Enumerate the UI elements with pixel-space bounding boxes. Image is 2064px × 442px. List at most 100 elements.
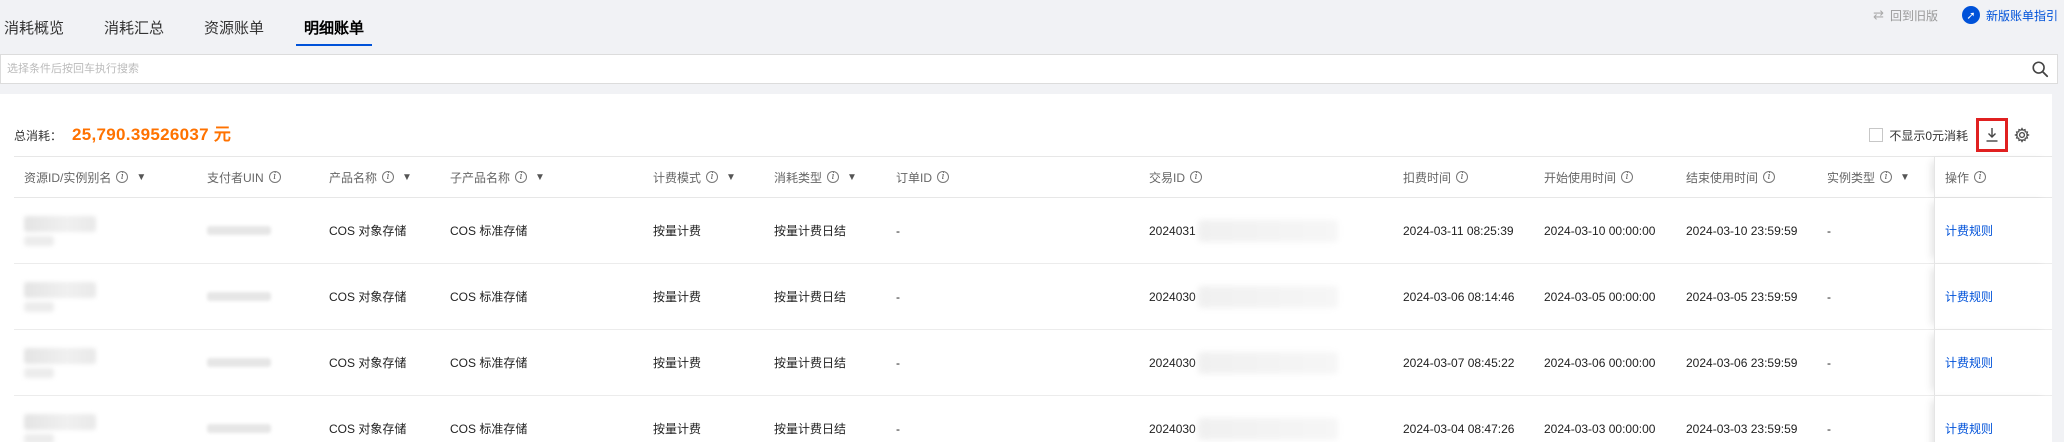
cell-product: COS 对象存储 <box>329 356 407 370</box>
cell-sub-product: COS 标准存储 <box>450 356 528 370</box>
checkbox-box[interactable] <box>1869 128 1884 142</box>
cell-resource-id <box>24 396 96 442</box>
cell-consume-type: 按量计费日结 <box>774 290 847 304</box>
table-header: 资源ID/实例别名 i ▼ 支付者UIN i 产品名称 i ▼ 子产品名称 i ▼ 计费模式 i… <box>14 156 2052 198</box>
tab-resource-bill[interactable]: 资源账单 <box>204 0 264 48</box>
cell-resource-id <box>24 198 96 263</box>
switch-icon: ⇄ <box>1873 7 1884 22</box>
hide-zero-label: 不显示0元消耗 <box>1889 128 1968 143</box>
filter-icon[interactable]: ▼ <box>535 172 545 183</box>
cell-billing-mode: 按量计费 <box>653 422 702 436</box>
download-button[interactable] <box>1976 118 2008 152</box>
col-billing-mode: 计费模式 i ▼ <box>653 170 736 185</box>
cell-trade-id: 2024030 <box>1149 396 1338 442</box>
col-resource-id: 资源ID/实例别名 i ▼ <box>24 170 147 185</box>
col-actions: 操作 i <box>1934 157 2052 197</box>
cell-instance-type: - <box>1827 355 1831 370</box>
filter-icon[interactable]: ▼ <box>726 172 736 183</box>
table-row: COS 对象存储 COS 标准存储 按量计费 按量计费日结 - 2024031 … <box>14 198 2052 264</box>
cell-order-id: - <box>896 421 900 436</box>
cell-deduct-time: 2024-03-11 08:25:39 <box>1403 223 1514 238</box>
cell-trade-id: 2024030 <box>1149 330 1338 395</box>
cell-end-time: 2024-03-06 23:59:59 <box>1686 355 1798 370</box>
info-icon[interactable]: i <box>1880 171 1893 183</box>
cell-start-time: 2024-03-06 00:00:00 <box>1544 355 1656 370</box>
info-icon[interactable]: i <box>268 171 281 183</box>
gear-icon <box>2014 127 2030 143</box>
filter-icon[interactable]: ▼ <box>847 172 857 183</box>
search-bar <box>0 54 2058 84</box>
bill-table: 资源ID/实例别名 i ▼ 支付者UIN i 产品名称 i ▼ 子产品名称 i ▼ 计费模式 i… <box>14 156 2052 442</box>
cell-deduct-time: 2024-03-07 08:45:22 <box>1403 355 1515 370</box>
new-guide-label: 新版账单指引 <box>1985 8 2058 23</box>
cell-deduct-time: 2024-03-04 08:47:26 <box>1403 421 1515 436</box>
info-icon[interactable]: i <box>937 171 950 183</box>
col-payer-uin: 支付者UIN i <box>207 157 281 197</box>
info-icon[interactable]: i <box>1763 171 1776 183</box>
billing-rules-link[interactable]: 计费规则 <box>1945 264 1993 329</box>
new-bill-guide-link[interactable]: ➚ 新版账单指引 <box>1961 6 2058 24</box>
cell-sub-product: COS 标准存储 <box>450 422 528 436</box>
tab-consumption-summary[interactable]: 消耗汇总 <box>104 0 164 48</box>
cell-sub-product: COS 标准存储 <box>450 290 528 304</box>
cell-order-id: - <box>896 223 900 238</box>
cell-actions: 计费规则 <box>1934 396 2052 442</box>
cell-consume-type: 按量计费日结 <box>774 224 847 238</box>
info-icon[interactable]: i <box>1974 171 1987 183</box>
col-end-time: 结束使用时间 i <box>1686 157 1776 197</box>
info-icon[interactable]: i <box>1621 171 1634 183</box>
cell-billing-mode: 按量计费 <box>653 356 702 370</box>
col-consume-type: 消耗类型 i ▼ <box>774 170 857 185</box>
cell-sub-product: COS 标准存储 <box>450 224 528 238</box>
cell-start-time: 2024-03-03 00:00:00 <box>1544 421 1656 436</box>
cell-product: COS 对象存储 <box>329 422 407 436</box>
total-consumption-value: 25,790.39526037 元 <box>72 125 232 144</box>
info-icon[interactable]: i <box>515 171 528 183</box>
billing-rules-link[interactable]: 计费规则 <box>1945 396 1993 442</box>
filter-icon[interactable]: ▼ <box>1900 172 1910 183</box>
cell-start-time: 2024-03-10 00:00:00 <box>1544 223 1656 238</box>
col-sub-product-name: 子产品名称 i ▼ <box>450 170 545 185</box>
back-to-old-version-link[interactable]: ⇄ 回到旧版 <box>1873 7 1938 24</box>
filter-icon[interactable]: ▼ <box>402 172 412 183</box>
billing-rules-link[interactable]: 计费规则 <box>1945 330 1993 395</box>
cell-payer-uin <box>207 396 271 442</box>
cell-end-time: 2024-03-03 23:59:59 <box>1686 421 1798 436</box>
download-icon <box>1986 128 1998 142</box>
cell-instance-type: - <box>1827 289 1831 304</box>
cell-end-time: 2024-03-10 23:59:59 <box>1686 223 1798 238</box>
cell-payer-uin <box>207 330 271 395</box>
billing-rules-link[interactable]: 计费规则 <box>1945 198 1993 263</box>
tab-consumption-overview[interactable]: 消耗概览 <box>4 0 64 48</box>
info-icon[interactable]: i <box>116 171 129 183</box>
col-start-time: 开始使用时间 i <box>1544 157 1634 197</box>
col-actions-label: 操作 i <box>1945 157 1987 197</box>
filter-icon[interactable]: ▼ <box>136 172 146 183</box>
cell-consume-type: 按量计费日结 <box>774 356 847 370</box>
info-icon[interactable]: i <box>382 171 395 183</box>
info-icon[interactable]: i <box>827 171 840 183</box>
tab-bar: 消耗概览 消耗汇总 资源账单 明细账单 <box>0 0 404 48</box>
info-icon[interactable]: i <box>706 171 719 183</box>
cell-resource-id <box>24 264 96 329</box>
top-bar: 消耗概览 消耗汇总 资源账单 明细账单 ⇄ 回到旧版 ➚ 新版账单指引 <box>0 0 2064 48</box>
cell-instance-type: - <box>1827 421 1831 436</box>
cell-billing-mode: 按量计费 <box>653 290 702 304</box>
cell-billing-mode: 按量计费 <box>653 224 702 238</box>
search-icon[interactable] <box>2031 60 2049 78</box>
table-tools: 不显示0元消耗 <box>1869 118 2032 152</box>
search-input[interactable] <box>1 55 2001 83</box>
col-instance-type: 实例类型 i ▼ <box>1827 170 1910 185</box>
total-consumption-label: 总消耗： <box>14 129 63 143</box>
table-row: COS 对象存储 COS 标准存储 按量计费 按量计费日结 - 2024030 … <box>14 264 2052 330</box>
column-settings-button[interactable] <box>2012 125 2032 145</box>
cell-product: COS 对象存储 <box>329 224 407 238</box>
cell-actions: 计费规则 <box>1934 330 2052 395</box>
cell-deduct-time: 2024-03-06 08:14:46 <box>1403 289 1515 304</box>
total-consumption: 总消耗： 25,790.39526037 元 <box>14 120 231 145</box>
info-icon[interactable]: i <box>1456 171 1469 183</box>
hide-zero-checkbox[interactable]: 不显示0元消耗 <box>1869 127 1968 144</box>
col-deduct-time: 扣费时间 i <box>1403 157 1469 197</box>
tab-detail-bill[interactable]: 明细账单 <box>296 0 373 48</box>
info-icon[interactable]: i <box>1190 171 1203 183</box>
